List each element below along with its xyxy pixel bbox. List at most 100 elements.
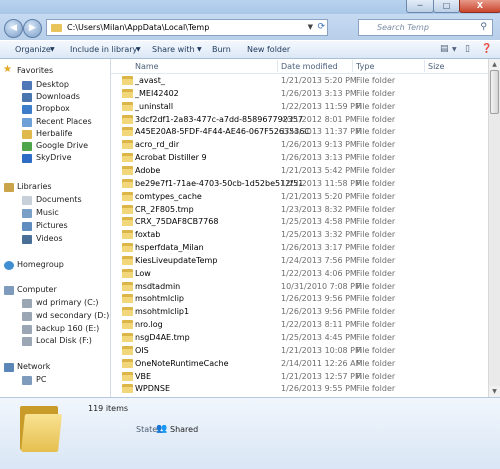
maximize-button[interactable]: □ [433, 0, 460, 13]
nav-item-label: Dropbox [36, 104, 70, 114]
nav-item-videos[interactable]: Videos [0, 233, 110, 246]
file-type: File folder [356, 204, 396, 214]
nav-item-downloads[interactable]: Downloads [0, 91, 110, 104]
table-row[interactable]: msohtmlclip 1/26/2013 9:56 PM File folder [111, 292, 488, 305]
address-row: ◀ ▶ C:\Users\Milan\AppData\Local\Temp ▼ … [0, 14, 500, 40]
file-date: 1/21/2013 10:08 PM [281, 345, 362, 355]
nav-item-documents[interactable]: Documents [0, 194, 110, 207]
file-date: 4/21/2012 8:01 PM [281, 114, 357, 124]
nav-computer[interactable]: Computer [0, 284, 110, 297]
nav-item-dropbox[interactable]: Dropbox [0, 103, 110, 116]
scroll-down-icon[interactable]: ▼ [489, 386, 500, 397]
close-button[interactable]: X [459, 0, 500, 13]
table-row[interactable]: _avast_ 1/21/2013 5:20 PM File folder [111, 74, 488, 87]
table-row[interactable]: CRX_75DAF8CB7768 1/25/2013 4:58 PM File fo… [111, 215, 488, 228]
favorite-link-icon [22, 81, 32, 90]
table-row[interactable]: OneNoteRuntimeCache 2/14/2011 12:26 AM Fil… [111, 357, 488, 370]
nav-item-pictures[interactable]: Pictures [0, 220, 110, 233]
search-input[interactable]: Search Temp [377, 23, 429, 32]
table-row[interactable]: KiesLiveupdateTemp 1/24/2013 7:56 PM File … [111, 254, 488, 267]
table-row[interactable]: 3dcf2df1-2a83-477c-a7dd-858967792357 4/21… [111, 113, 488, 126]
chevron-down-icon[interactable]: ▼ [452, 46, 457, 53]
table-row[interactable]: comtypes_cache 1/21/2013 5:20 PM File fold… [111, 190, 488, 203]
column-divider[interactable] [277, 60, 278, 72]
new-folder-button[interactable]: New folder [247, 45, 290, 54]
explorer-window: ─ □ X ◀ ▶ C:\Users\Milan\AppData\Local\T… [0, 0, 500, 469]
table-row[interactable]: VBE 1/21/2013 12:57 PM File folder [111, 370, 488, 383]
file-date: 2/14/2011 12:26 AM [281, 358, 363, 368]
nav-homegroup[interactable]: Homegroup [0, 259, 110, 272]
nav-item-music[interactable]: Music [0, 207, 110, 220]
folder-icon [122, 345, 133, 355]
file-type: File folder [356, 384, 396, 394]
table-row[interactable]: Acrobat Distiller 9 1/26/2013 3:13 PM File… [111, 151, 488, 164]
table-row[interactable]: foxtab 1/25/2013 3:32 PM File folder [111, 228, 488, 241]
file-name: OIS [135, 345, 149, 355]
table-row[interactable]: msohtmlclip1 1/26/2013 9:56 PM File folder [111, 305, 488, 318]
table-row[interactable]: CR_2F805.tmp 1/23/2013 8:32 PM File folder [111, 203, 488, 216]
nav-item-skydrive[interactable]: SkyDrive [0, 152, 110, 165]
table-row[interactable]: WPDNSE 1/26/2013 9:55 PM File folder [111, 382, 488, 395]
table-row[interactable]: nro.log 1/22/2013 8:11 PM File folder [111, 318, 488, 331]
nav-item-backup-160-e-[interactable]: backup 160 (E:) [0, 323, 110, 336]
vertical-scrollbar[interactable]: ▲ ▼ [488, 59, 500, 397]
folder-icon [122, 217, 133, 227]
organize-button[interactable]: Organize [15, 45, 51, 54]
nav-item-recent-places[interactable]: Recent Places [0, 116, 110, 129]
folder-icon [122, 358, 133, 368]
file-type: File folder [356, 230, 396, 240]
column-date-modified[interactable]: Date modified [281, 62, 338, 71]
preview-pane-icon[interactable]: ▯ [465, 44, 470, 54]
table-row[interactable]: be29e7f1-71ae-4703-50cb-1d52be512f51 1/22… [111, 177, 488, 190]
folder-icon [122, 101, 133, 111]
table-row[interactable]: _MEI42402 1/26/2013 3:13 PM File folder [111, 87, 488, 100]
table-row[interactable]: Adobe 1/21/2013 5:42 PM File folder [111, 164, 488, 177]
refresh-icon[interactable]: ⟳ [317, 22, 325, 32]
burn-button[interactable]: Burn [212, 45, 231, 54]
column-name[interactable]: Name [135, 62, 159, 71]
view-options-icon[interactable]: ▤ [440, 44, 449, 54]
file-name: Adobe [135, 165, 161, 175]
nav-item-wd-secondary-d-[interactable]: wd secondary (D:) [0, 310, 110, 323]
share-with-button[interactable]: Share with [152, 45, 195, 54]
navigation-pane: ★ Favorites Desktop Downloads Dropbox Recen… [0, 59, 111, 397]
nav-item-local-disk-f-[interactable]: Local Disk (F:) [0, 335, 110, 348]
table-row[interactable]: acro_rd_dir 1/26/2013 9:13 PM File folder [111, 138, 488, 151]
favorite-link-icon [22, 154, 32, 164]
table-row[interactable]: _uninstall 1/22/2013 11:59 PM File folder [111, 100, 488, 113]
nav-network[interactable]: Network [0, 361, 110, 374]
nav-item-pc[interactable]: PC [0, 374, 110, 387]
back-button[interactable]: ◀ [4, 19, 23, 38]
scroll-up-icon[interactable]: ▲ [489, 59, 500, 70]
nav-item-herbalife[interactable]: Herbalife [0, 128, 110, 141]
table-row[interactable]: nsgD4AE.tmp 1/25/2013 4:45 PM File folder [111, 331, 488, 344]
chevron-down-icon[interactable]: ▼ [308, 23, 313, 31]
table-row[interactable]: OIS 1/21/2013 10:08 PM File folder [111, 344, 488, 357]
table-row[interactable]: Low 1/22/2013 4:06 PM File folder [111, 267, 488, 280]
nav-item-label: PC [36, 375, 47, 384]
nav-libraries[interactable]: Libraries [0, 181, 110, 194]
nav-item-desktop[interactable]: Desktop [0, 79, 110, 92]
column-size[interactable]: Size [428, 62, 444, 71]
nav-item-wd-primary-c-[interactable]: wd primary (C:) [0, 297, 110, 310]
column-type[interactable]: Type [356, 62, 374, 71]
file-name: acro_rd_dir [135, 140, 180, 150]
column-divider[interactable] [424, 60, 425, 72]
scroll-thumb[interactable] [490, 70, 499, 114]
favorite-link-icon [22, 93, 32, 103]
minimize-button[interactable]: ─ [406, 0, 434, 13]
file-date: 1/26/2013 3:17 PM [281, 243, 357, 253]
table-row[interactable]: A45E20A8-5FDF-4F44-AE46-067F5263536C 1/24… [111, 125, 488, 138]
folder-icon [122, 384, 133, 394]
forward-button[interactable]: ▶ [23, 19, 42, 38]
include-in-library-button[interactable]: Include in library [70, 45, 137, 54]
table-row[interactable]: hsperfdata_Milan 1/26/2013 3:17 PM File fo… [111, 241, 488, 254]
help-icon[interactable]: ❓ [481, 44, 492, 54]
table-row[interactable]: msdtadmin 10/31/2010 7:08 PM File folder [111, 280, 488, 293]
file-name: VBE [135, 371, 152, 381]
nav-item-google-drive[interactable]: Google Drive [0, 140, 110, 153]
search-box[interactable]: Search Temp ⚲ [358, 19, 493, 36]
address-bar[interactable]: C:\Users\Milan\AppData\Local\Temp ▼ ⟳ [46, 19, 328, 36]
column-divider[interactable] [352, 60, 353, 72]
nav-favorites[interactable]: ★ Favorites [0, 64, 110, 78]
